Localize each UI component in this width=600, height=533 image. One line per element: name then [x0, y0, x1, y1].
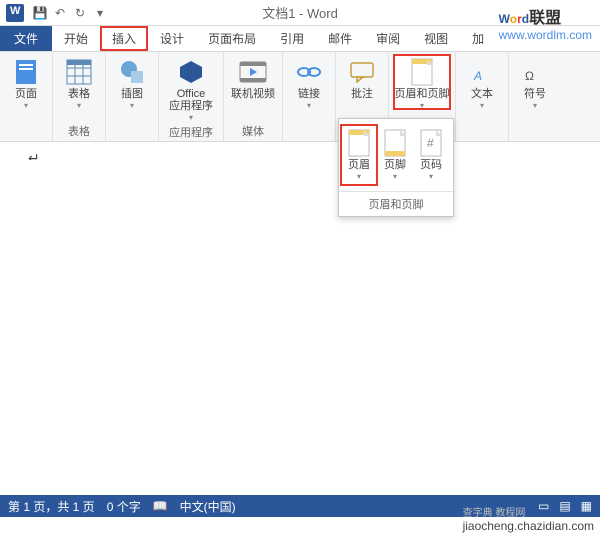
media-group-label: 媒体 [242, 121, 264, 141]
table-label: 表格 [68, 88, 90, 100]
dropdown-header-label: 页眉 [348, 159, 370, 171]
link-icon [295, 58, 323, 86]
dropdown-pagenum-label: 页码 [420, 159, 442, 171]
svg-text:A: A [473, 69, 482, 83]
chevron-down-icon: ▾ [429, 172, 433, 181]
tab-design[interactable]: 设计 [148, 26, 196, 51]
header-footer-icon [408, 58, 436, 86]
links-button[interactable]: 链接 ▾ [287, 54, 331, 110]
tab-references[interactable]: 引用 [268, 26, 316, 51]
symbols-label: 符号 [524, 88, 546, 100]
header-footer-dropdown: 页眉 ▾ 页脚 ▾ # 页码 ▾ 页眉和页脚 [338, 118, 454, 217]
table-button[interactable]: 表格 ▾ [57, 54, 101, 110]
comment-icon [348, 58, 376, 86]
office-apps-icon [177, 58, 205, 86]
footer-watermark: 查字典 教程网jiaocheng.chazidian.com [463, 504, 594, 533]
document-area[interactable] [0, 160, 600, 495]
status-words[interactable]: 0 个字 [107, 498, 141, 515]
ribbon: 页面 ▾ 表格 ▾ 表格 插图 ▾ [0, 52, 600, 142]
brand-word-text: Word [499, 10, 529, 27]
tab-layout[interactable]: 页面布局 [196, 26, 268, 51]
dropdown-header-button[interactable]: 页眉 ▾ [341, 125, 377, 185]
group-text: A 文本 ▾ [456, 52, 509, 141]
video-icon [239, 58, 267, 86]
group-links: 链接 ▾ [283, 52, 336, 141]
office-apps-label: Office应用程序 [169, 88, 213, 112]
text-button[interactable]: A 文本 ▾ [460, 54, 504, 110]
pages-icon [12, 58, 40, 86]
status-page[interactable]: 第 1 页，共 1 页 [8, 498, 95, 515]
illustrations-button[interactable]: 插图 ▾ [110, 54, 154, 110]
brand-union-text: 联盟 [529, 10, 561, 27]
office-apps-button[interactable]: Office应用程序 ▾ [163, 54, 219, 122]
dropdown-footer-label: 页脚 [384, 159, 406, 171]
window-title: 文档1 - Word [262, 3, 338, 22]
comments-label: 批注 [351, 88, 373, 100]
chevron-down-icon: ▾ [533, 101, 537, 110]
tab-insert[interactable]: 插入 [100, 26, 148, 51]
comments-button[interactable]: 批注 [340, 54, 384, 100]
qat-more-icon[interactable]: ▾ [90, 3, 110, 23]
table-icon [65, 58, 93, 86]
title-bar: 💾 ↶ ↻ ▾ 文档1 - Word Word联盟 www.wordlm.com [0, 0, 600, 26]
group-illustrations: 插图 ▾ [106, 52, 159, 141]
header-footer-button[interactable]: 页眉和页脚 ▾ [393, 54, 451, 110]
page-number-icon: # [420, 129, 442, 157]
tab-review[interactable]: 审阅 [364, 26, 412, 51]
pages-button[interactable]: 页面 ▾ [4, 54, 48, 110]
illustrations-label: 插图 [121, 88, 143, 100]
group-apps: Office应用程序 ▾ 应用程序 [159, 52, 224, 141]
tab-file[interactable]: 文件 [0, 26, 52, 51]
chevron-down-icon: ▾ [24, 101, 28, 110]
group-media: 联机视频 媒体 [224, 52, 283, 141]
dropdown-pagenum-button[interactable]: # 页码 ▾ [413, 125, 449, 185]
text-label: 文本 [471, 88, 493, 100]
qat-save-icon[interactable]: 💾 [30, 3, 50, 23]
text-icon: A [468, 58, 496, 86]
pages-label: 页面 [15, 88, 37, 100]
chevron-down-icon: ▾ [189, 113, 193, 122]
status-language[interactable]: 中文(中国) [180, 498, 236, 515]
omega-icon: Ω [521, 58, 549, 86]
group-tables: 表格 ▾ 表格 [53, 52, 106, 141]
word-app-icon [6, 4, 24, 22]
online-video-label: 联机视频 [231, 88, 275, 100]
status-proofing-icon[interactable]: 📖 [153, 499, 168, 513]
apps-group-label: 应用程序 [169, 122, 213, 142]
svg-text:Ω: Ω [525, 69, 534, 83]
dropdown-footer-button[interactable]: 页脚 ▾ [377, 125, 413, 185]
chevron-down-icon: ▾ [130, 101, 134, 110]
group-symbols: Ω 符号 ▾ [509, 52, 561, 141]
header-footer-label: 页眉和页脚 [395, 88, 450, 100]
page-footer-icon [384, 129, 406, 157]
tab-start[interactable]: 开始 [52, 26, 100, 51]
watermark-brand: Word联盟 www.wordlm.com [491, 0, 600, 46]
symbols-button[interactable]: Ω 符号 ▾ [513, 54, 557, 110]
tab-view[interactable]: 视图 [412, 26, 460, 51]
tables-group-label: 表格 [68, 121, 90, 141]
chevron-down-icon: ▾ [393, 172, 397, 181]
svg-text:#: # [427, 136, 434, 150]
chevron-down-icon: ▾ [307, 101, 311, 110]
brand-url-text: www.wordlm.com [499, 28, 592, 42]
dropdown-group-label: 页眉和页脚 [339, 191, 453, 216]
qat-redo-icon[interactable]: ↻ [70, 3, 90, 23]
chevron-down-icon: ▾ [480, 101, 484, 110]
online-video-button[interactable]: 联机视频 [228, 54, 278, 100]
chevron-down-icon: ▾ [77, 101, 81, 110]
shapes-icon [118, 58, 146, 86]
chevron-down-icon: ▾ [357, 172, 361, 181]
links-label: 链接 [298, 88, 320, 100]
tab-mailings[interactable]: 邮件 [316, 26, 364, 51]
qat-undo-icon[interactable]: ↶ [50, 3, 70, 23]
group-pages: 页面 ▾ [0, 52, 53, 141]
chevron-down-icon: ▾ [420, 101, 424, 110]
page-header-icon [348, 129, 370, 157]
